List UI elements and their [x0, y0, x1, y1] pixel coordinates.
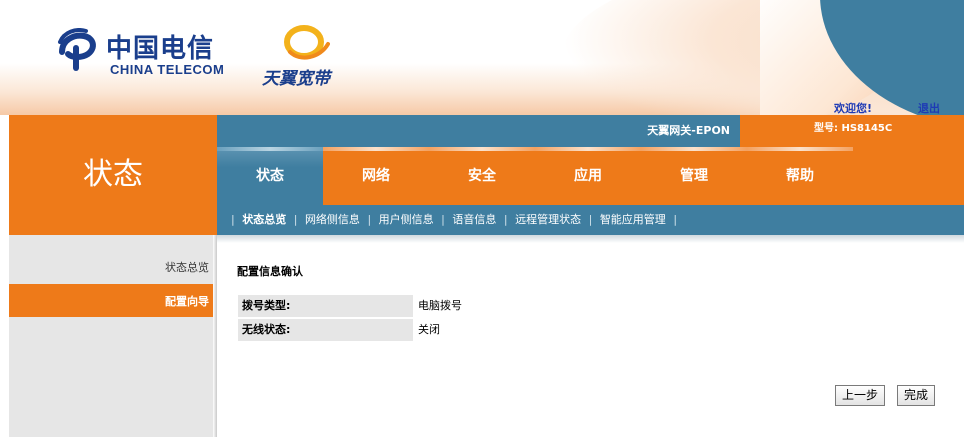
- tab-highlight: [323, 147, 429, 151]
- subnav-network-info[interactable]: 网络侧信息: [305, 213, 360, 226]
- sub-navigation: | 状态总览 | 网络侧信息 | 用户侧信息 | 语音信息 | 远程管理状态 |…: [217, 205, 964, 235]
- brand-cn-text: 中国电信: [106, 34, 215, 64]
- subbrand-text: 天翼宽带: [262, 69, 330, 89]
- tab-label: 帮助: [786, 168, 814, 184]
- tab-highlight: [429, 147, 535, 151]
- subnav-smart-app[interactable]: 智能应用管理: [600, 213, 666, 226]
- dial-type-value: 电脑拨号: [418, 299, 462, 312]
- welcome-text: 欢迎您!: [834, 102, 873, 115]
- tab-label: 管理: [680, 168, 708, 184]
- subnav-status-overview[interactable]: 状态总览: [242, 213, 286, 226]
- tab-label: 应用: [574, 168, 602, 184]
- logout-link[interactable]: 退出: [918, 100, 940, 115]
- sidebar-item-status-overview[interactable]: 状态总览: [165, 259, 209, 275]
- tab-status[interactable]: 状态: [217, 147, 323, 205]
- china-telecom-e-icon: [58, 28, 96, 71]
- sidebar-item-label: 配置向导: [165, 295, 209, 308]
- finish-button[interactable]: 完成: [897, 385, 936, 406]
- china-telecom-logo: 中国电信 CHINA TELECOM: [56, 26, 236, 86]
- model-info: 型号: HS8145C: [740, 115, 964, 147]
- tab-application[interactable]: 应用: [535, 147, 641, 205]
- section-heading: 状态: [9, 115, 217, 235]
- separator: |: [503, 213, 508, 226]
- page-title: 配置信息确认: [237, 265, 303, 278]
- banner: 中国电信 CHINA TELECOM 天翼宽带 欢迎您! 退出: [0, 0, 964, 115]
- tab-highlight: [217, 147, 323, 151]
- brand-en-text: CHINA TELECOM: [110, 62, 225, 77]
- sidebar: 状态总览: [9, 235, 217, 437]
- tab-security[interactable]: 安全: [429, 147, 535, 205]
- separator: |: [588, 213, 593, 226]
- previous-button[interactable]: 上一步: [835, 385, 886, 406]
- tab-label: 状态: [256, 168, 284, 184]
- subnav-user-info[interactable]: 用户侧信息: [379, 213, 434, 226]
- content-top-border: [217, 235, 964, 243]
- dial-type-label: 拨号类型:: [238, 295, 413, 317]
- wireless-status-value: 关闭: [418, 323, 440, 336]
- gateway-name: 天翼网关-EPON: [647, 124, 730, 137]
- separator: |: [673, 213, 678, 226]
- tab-highlight: [641, 147, 747, 151]
- tianyi-broadband-logo: 天翼宽带: [262, 20, 352, 90]
- separator: |: [367, 213, 372, 226]
- content-left-border: [213, 235, 217, 437]
- subnav-remote-management[interactable]: 远程管理状态: [515, 213, 581, 226]
- tab-management[interactable]: 管理: [641, 147, 747, 205]
- separator: |: [293, 213, 298, 226]
- tab-highlight: [747, 147, 853, 151]
- tab-network[interactable]: 网络: [323, 147, 429, 205]
- tab-highlight: [535, 147, 641, 151]
- separator: |: [441, 213, 445, 226]
- tab-label: 网络: [362, 168, 390, 184]
- tab-label: 安全: [468, 168, 496, 184]
- wireless-status-label: 无线状态:: [238, 319, 413, 341]
- subnav-voice-info[interactable]: 语音信息: [452, 213, 496, 226]
- sidebar-item-config-wizard[interactable]: 配置向导: [9, 284, 217, 317]
- separator: |: [231, 213, 235, 226]
- tab-help[interactable]: 帮助: [747, 147, 853, 205]
- tianyi-swirl-icon: [284, 25, 330, 60]
- model-label: 型号: HS8145C: [814, 123, 893, 134]
